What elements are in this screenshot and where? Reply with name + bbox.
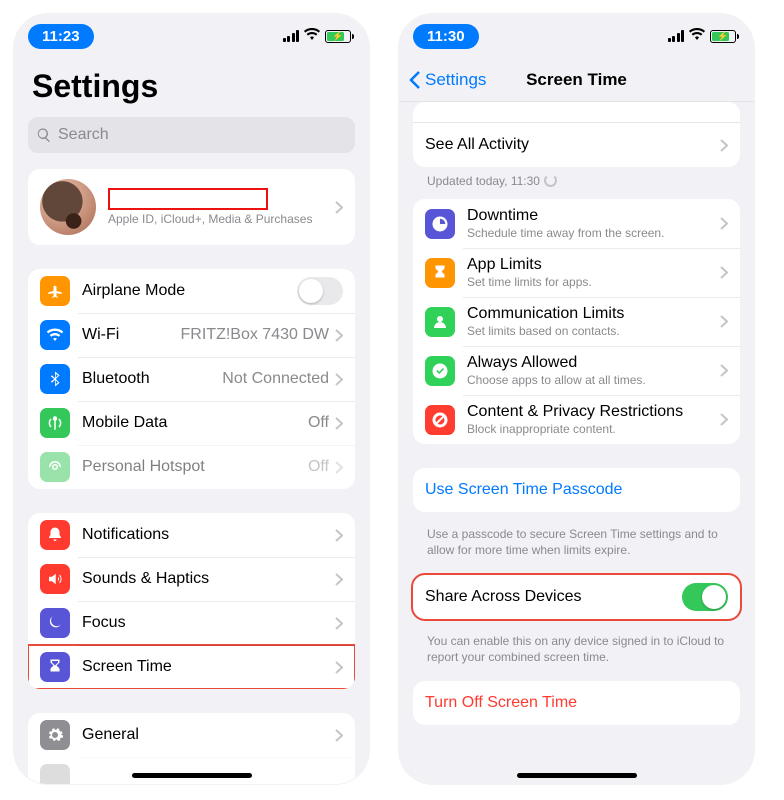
- status-icons: ⚡: [283, 27, 352, 45]
- content-privacy-row[interactable]: Content & Privacy RestrictionsBlock inap…: [413, 395, 740, 444]
- downtime-row[interactable]: DowntimeSchedule time away from the scre…: [413, 199, 740, 248]
- checkmark-icon: [425, 356, 455, 386]
- search-icon: [36, 127, 52, 143]
- hourglass-icon: [40, 652, 70, 682]
- mobile-data-row[interactable]: Mobile Data Off: [28, 401, 355, 445]
- wifi-icon: [689, 27, 705, 45]
- general-row[interactable]: General: [28, 713, 355, 757]
- limits-group: DowntimeSchedule time away from the scre…: [413, 199, 740, 444]
- chevron-right-icon: [335, 661, 343, 674]
- app-limits-row[interactable]: App LimitsSet time limits for apps.: [413, 248, 740, 297]
- focus-row[interactable]: Focus: [28, 601, 355, 645]
- sounds-row[interactable]: Sounds & Haptics: [28, 557, 355, 601]
- cellular-signal-icon: [668, 30, 685, 42]
- share-across-devices-row[interactable]: Share Across Devices: [413, 575, 740, 619]
- search-placeholder: Search: [58, 126, 109, 144]
- airplane-icon: [40, 276, 70, 306]
- chevron-right-icon: [335, 617, 343, 630]
- speaker-icon: [40, 564, 70, 594]
- bluetooth-row[interactable]: Bluetooth Not Connected: [28, 357, 355, 401]
- turnoff-group: Turn Off Screen Time: [413, 681, 740, 725]
- turn-off-screentime-row[interactable]: Turn Off Screen Time: [413, 681, 740, 725]
- chevron-right-icon: [720, 217, 728, 230]
- profile-group: Apple ID, iCloud+, Media & Purchases: [28, 169, 355, 245]
- search-input[interactable]: Search: [28, 117, 355, 153]
- chevron-right-icon: [335, 461, 343, 474]
- partial-row[interactable]: [28, 757, 355, 784]
- chevron-right-icon: [720, 315, 728, 328]
- unknown-icon: [40, 764, 70, 784]
- no-entry-icon: [425, 405, 455, 435]
- chevron-right-icon: [335, 373, 343, 386]
- status-bar: 11:23 ⚡: [14, 14, 369, 58]
- hotspot-icon: [40, 452, 70, 482]
- avatar: [40, 179, 96, 235]
- passcode-group: Use Screen Time Passcode: [413, 468, 740, 512]
- antenna-icon: [40, 408, 70, 438]
- spinner-icon: [544, 174, 557, 187]
- bluetooth-icon: [40, 364, 70, 394]
- chevron-right-icon: [335, 573, 343, 586]
- redacted-name: [108, 188, 268, 210]
- back-button[interactable]: Settings: [409, 70, 486, 90]
- notifications-row[interactable]: Notifications: [28, 513, 355, 557]
- updated-text: Updated today, 11:30: [399, 167, 754, 199]
- settings-screen: 11:23 ⚡ Settings Search Apple ID, iCloud…: [14, 14, 369, 784]
- chevron-right-icon: [335, 329, 343, 342]
- share-devices-group: Share Across Devices: [413, 575, 740, 619]
- home-indicator[interactable]: [517, 773, 637, 778]
- page-title: Settings: [14, 58, 369, 111]
- status-bar: 11:30 ⚡: [399, 14, 754, 58]
- chevron-right-icon: [335, 417, 343, 430]
- chevron-right-icon: [335, 529, 343, 542]
- chevron-right-icon: [720, 413, 728, 426]
- network-group: Airplane Mode Wi-Fi FRITZ!Box 7430 DW Bl…: [28, 269, 355, 489]
- chevron-right-icon: [335, 201, 343, 214]
- airplane-mode-toggle[interactable]: [297, 277, 343, 305]
- gear-icon: [40, 720, 70, 750]
- hourglass-icon: [425, 258, 455, 288]
- passcode-note: Use a passcode to secure Screen Time set…: [399, 520, 754, 574]
- status-icons: ⚡: [668, 27, 737, 45]
- chart-partial: [413, 102, 740, 122]
- chevron-right-icon: [335, 729, 343, 742]
- status-time: 11:30: [413, 24, 479, 49]
- see-all-activity-row[interactable]: See All Activity: [413, 123, 740, 167]
- bell-icon: [40, 520, 70, 550]
- wifi-row-icon: [40, 320, 70, 350]
- airplane-mode-row[interactable]: Airplane Mode: [28, 269, 355, 313]
- profile-subtitle: Apple ID, iCloud+, Media & Purchases: [108, 212, 335, 226]
- wifi-row[interactable]: Wi-Fi FRITZ!Box 7430 DW: [28, 313, 355, 357]
- communication-limits-row[interactable]: Communication LimitsSet limits based on …: [413, 297, 740, 346]
- share-devices-toggle[interactable]: [682, 583, 728, 611]
- downtime-icon: [425, 209, 455, 239]
- chevron-right-icon: [720, 266, 728, 279]
- always-allowed-row[interactable]: Always AllowedChoose apps to allow at al…: [413, 346, 740, 395]
- status-time: 11:23: [28, 24, 94, 49]
- chevron-left-icon: [409, 71, 421, 89]
- screen-time-screen: 11:30 ⚡ Settings Screen Time See All Act…: [399, 14, 754, 784]
- battery-icon: ⚡: [325, 30, 351, 43]
- apple-id-row[interactable]: Apple ID, iCloud+, Media & Purchases: [28, 169, 355, 245]
- nav-bar: Settings Screen Time: [399, 58, 754, 102]
- home-indicator[interactable]: [132, 773, 252, 778]
- hotspot-row[interactable]: Personal Hotspot Off: [28, 445, 355, 489]
- share-note: You can enable this on any device signed…: [399, 627, 754, 681]
- moon-icon: [40, 608, 70, 638]
- use-passcode-row[interactable]: Use Screen Time Passcode: [413, 468, 740, 512]
- contacts-icon: [425, 307, 455, 337]
- chevron-right-icon: [720, 139, 728, 152]
- battery-icon: ⚡: [710, 30, 736, 43]
- screen-time-row[interactable]: Screen Time: [28, 645, 355, 689]
- wifi-icon: [304, 27, 320, 45]
- cellular-signal-icon: [283, 30, 300, 42]
- system-group: Notifications Sounds & Haptics Focus Scr…: [28, 513, 355, 689]
- chevron-right-icon: [720, 364, 728, 377]
